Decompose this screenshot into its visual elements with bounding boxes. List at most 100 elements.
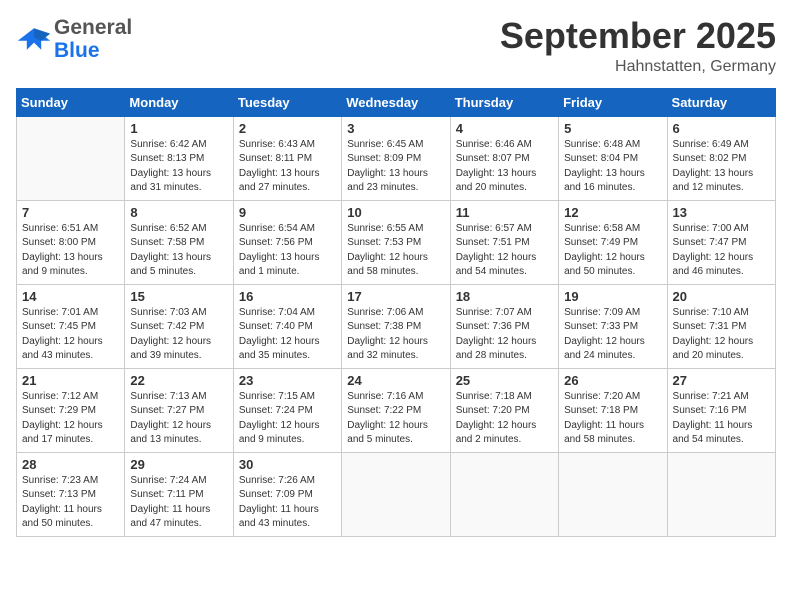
page-header: General Blue September 2025 Hahnstatten,… — [16, 16, 776, 76]
day-info: Sunrise: 6:57 AM Sunset: 7:51 PM Dayligh… — [456, 222, 553, 280]
day-info: Sunrise: 7:15 AM Sunset: 7:24 PM Dayligh… — [239, 390, 336, 448]
week-row-1: 1 Sunrise: 6:42 AM Sunset: 8:13 PM Daylig… — [17, 116, 776, 200]
calendar-cell: 29Sunrise: 7:24 AM Sunset: 7:11 PM Dayli… — [125, 452, 233, 536]
day-info: Sunrise: 7:10 AM Sunset: 7:31 PM Dayligh… — [673, 306, 770, 364]
calendar-cell: 7 Sunrise: 6:51 AM Sunset: 8:00 PM Daylig… — [17, 200, 125, 284]
day-info: Sunrise: 6:46 AM Sunset: 8:07 PM Dayligh… — [456, 138, 553, 196]
location: Hahnstatten, Germany — [500, 58, 776, 76]
title-block: September 2025 Hahnstatten, Germany — [500, 16, 776, 76]
day-number: 23 — [239, 373, 336, 388]
calendar-cell: 12Sunrise: 6:58 AM Sunset: 7:49 PM Dayli… — [559, 200, 667, 284]
logo-text: General Blue — [54, 16, 132, 62]
day-info: Sunrise: 6:45 AM Sunset: 8:09 PM Dayligh… — [347, 138, 444, 196]
day-info: Sunrise: 7:06 AM Sunset: 7:38 PM Dayligh… — [347, 306, 444, 364]
day-info: Sunrise: 7:23 AM Sunset: 7:13 PM Dayligh… — [22, 474, 119, 532]
calendar-cell: 28 Sunrise: 7:23 AM Sunset: 7:13 PM Dayli… — [17, 452, 125, 536]
calendar-cell: 17 Sunrise: 7:06 AM Sunset: 7:38 PM Dayli… — [342, 284, 450, 368]
week-row-5: 28 Sunrise: 7:23 AM Sunset: 7:13 PM Dayli… — [17, 452, 776, 536]
calendar-cell: 24 Sunrise: 7:16 AM Sunset: 7:22 PM Dayli… — [342, 368, 450, 452]
day-info: Sunrise: 6:52 AM Sunset: 7:58 PM Dayligh… — [130, 222, 227, 280]
calendar-cell: 16 Sunrise: 7:04 AM Sunset: 7:40 PM Dayli… — [233, 284, 341, 368]
day-info: Sunrise: 6:42 AM Sunset: 8:13 PM Dayligh… — [130, 138, 227, 196]
calendar-cell: 9Sunrise: 6:54 AM Sunset: 7:56 PM Daylig… — [233, 200, 341, 284]
day-info: Sunrise: 7:16 AM Sunset: 7:22 PM Dayligh… — [347, 390, 444, 448]
day-info: Sunrise: 7:07 AM Sunset: 7:36 PM Dayligh… — [456, 306, 553, 364]
weekday-header-tuesday: Tuesday — [233, 88, 341, 116]
calendar-cell: 11 Sunrise: 6:57 AM Sunset: 7:51 PM Dayli… — [450, 200, 558, 284]
day-info: Sunrise: 7:09 AM Sunset: 7:33 PM Dayligh… — [564, 306, 661, 364]
calendar-cell: 1 Sunrise: 6:42 AM Sunset: 8:13 PM Daylig… — [125, 116, 233, 200]
calendar-cell — [559, 452, 667, 536]
day-number: 8 — [130, 205, 227, 220]
day-number: 30 — [239, 457, 336, 472]
calendar-cell: 21 Sunrise: 7:12 AM Sunset: 7:29 PM Dayli… — [17, 368, 125, 452]
week-row-4: 21 Sunrise: 7:12 AM Sunset: 7:29 PM Dayli… — [17, 368, 776, 452]
weekday-header-monday: Monday — [125, 88, 233, 116]
calendar-cell: 30 Sunrise: 7:26 AM Sunset: 7:09 PM Dayli… — [233, 452, 341, 536]
day-number: 19 — [564, 289, 661, 304]
weekday-header-row: SundayMondayTuesdayWednesdayThursdayFrid… — [17, 88, 776, 116]
day-info: Sunrise: 7:03 AM Sunset: 7:42 PM Dayligh… — [130, 306, 227, 364]
calendar-cell: 23 Sunrise: 7:15 AM Sunset: 7:24 PM Dayli… — [233, 368, 341, 452]
day-number: 25 — [456, 373, 553, 388]
day-info: Sunrise: 7:21 AM Sunset: 7:16 PM Dayligh… — [673, 390, 770, 448]
day-number: 7 — [22, 205, 119, 220]
day-info: Sunrise: 6:54 AM Sunset: 7:56 PM Dayligh… — [239, 222, 336, 280]
day-info: Sunrise: 7:26 AM Sunset: 7:09 PM Dayligh… — [239, 474, 336, 532]
calendar-cell: 27 Sunrise: 7:21 AM Sunset: 7:16 PM Dayli… — [667, 368, 775, 452]
weekday-header-saturday: Saturday — [667, 88, 775, 116]
day-number: 4 — [456, 121, 553, 136]
month-title: September 2025 — [500, 16, 776, 56]
day-number: 14 — [22, 289, 119, 304]
calendar-cell: 15Sunrise: 7:03 AM Sunset: 7:42 PM Dayli… — [125, 284, 233, 368]
calendar-cell: 20Sunrise: 7:10 AM Sunset: 7:31 PM Dayli… — [667, 284, 775, 368]
calendar-cell — [450, 452, 558, 536]
day-number: 18 — [456, 289, 553, 304]
weekday-header-sunday: Sunday — [17, 88, 125, 116]
calendar-cell: 22Sunrise: 7:13 AM Sunset: 7:27 PM Dayli… — [125, 368, 233, 452]
day-info: Sunrise: 7:04 AM Sunset: 7:40 PM Dayligh… — [239, 306, 336, 364]
day-info: Sunrise: 7:00 AM Sunset: 7:47 PM Dayligh… — [673, 222, 770, 280]
calendar-cell: 3Sunrise: 6:45 AM Sunset: 8:09 PM Daylig… — [342, 116, 450, 200]
calendar-cell: 4 Sunrise: 6:46 AM Sunset: 8:07 PM Daylig… — [450, 116, 558, 200]
week-row-2: 7 Sunrise: 6:51 AM Sunset: 8:00 PM Daylig… — [17, 200, 776, 284]
calendar-cell: 18 Sunrise: 7:07 AM Sunset: 7:36 PM Dayli… — [450, 284, 558, 368]
day-number: 12 — [564, 205, 661, 220]
weekday-header-wednesday: Wednesday — [342, 88, 450, 116]
day-info: Sunrise: 6:51 AM Sunset: 8:00 PM Dayligh… — [22, 222, 119, 280]
day-number: 16 — [239, 289, 336, 304]
calendar-cell: 13 Sunrise: 7:00 AM Sunset: 7:47 PM Dayli… — [667, 200, 775, 284]
logo-icon — [16, 24, 52, 54]
calendar-cell: 25Sunrise: 7:18 AM Sunset: 7:20 PM Dayli… — [450, 368, 558, 452]
day-number: 28 — [22, 457, 119, 472]
week-row-3: 14Sunrise: 7:01 AM Sunset: 7:45 PM Dayli… — [17, 284, 776, 368]
day-info: Sunrise: 7:20 AM Sunset: 7:18 PM Dayligh… — [564, 390, 661, 448]
day-info: Sunrise: 7:13 AM Sunset: 7:27 PM Dayligh… — [130, 390, 227, 448]
day-number: 2 — [239, 121, 336, 136]
day-number: 11 — [456, 205, 553, 220]
logo: General Blue — [16, 16, 132, 62]
calendar-cell — [342, 452, 450, 536]
day-number: 6 — [673, 121, 770, 136]
day-number: 17 — [347, 289, 444, 304]
calendar-cell: 19 Sunrise: 7:09 AM Sunset: 7:33 PM Dayli… — [559, 284, 667, 368]
calendar-cell: 8 Sunrise: 6:52 AM Sunset: 7:58 PM Daylig… — [125, 200, 233, 284]
weekday-header-friday: Friday — [559, 88, 667, 116]
day-number: 26 — [564, 373, 661, 388]
calendar-cell: 2Sunrise: 6:43 AM Sunset: 8:11 PM Daylig… — [233, 116, 341, 200]
calendar-cell: 5Sunrise: 6:48 AM Sunset: 8:04 PM Daylig… — [559, 116, 667, 200]
calendar-cell: 6 Sunrise: 6:49 AM Sunset: 8:02 PM Daylig… — [667, 116, 775, 200]
day-number: 21 — [22, 373, 119, 388]
day-info: Sunrise: 7:12 AM Sunset: 7:29 PM Dayligh… — [22, 390, 119, 448]
day-info: Sunrise: 7:24 AM Sunset: 7:11 PM Dayligh… — [130, 474, 227, 532]
day-info: Sunrise: 6:49 AM Sunset: 8:02 PM Dayligh… — [673, 138, 770, 196]
day-number: 13 — [673, 205, 770, 220]
calendar-cell — [667, 452, 775, 536]
weekday-header-thursday: Thursday — [450, 88, 558, 116]
day-number: 1 — [130, 121, 227, 136]
day-number: 27 — [673, 373, 770, 388]
day-info: Sunrise: 6:48 AM Sunset: 8:04 PM Dayligh… — [564, 138, 661, 196]
day-number: 24 — [347, 373, 444, 388]
calendar-cell: 14Sunrise: 7:01 AM Sunset: 7:45 PM Dayli… — [17, 284, 125, 368]
calendar-cell: 26 Sunrise: 7:20 AM Sunset: 7:18 PM Dayli… — [559, 368, 667, 452]
